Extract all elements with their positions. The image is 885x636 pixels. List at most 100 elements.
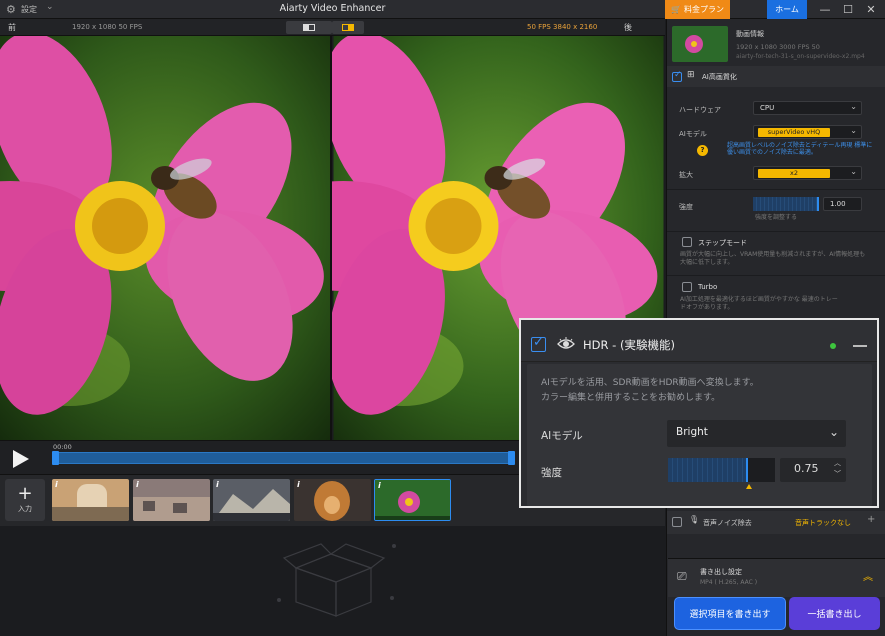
- plus-icon: +: [17, 483, 33, 504]
- hardware-select[interactable]: CPU ⌄: [753, 101, 862, 115]
- before-label: 前: [8, 23, 16, 32]
- hdr-slider-knob[interactable]: [746, 458, 748, 482]
- trim-end-handle[interactable]: [508, 451, 515, 465]
- info-badge: i: [55, 480, 58, 489]
- turbo-label: Turbo: [698, 283, 718, 291]
- status-dot: [830, 343, 836, 349]
- strength-label: 強度: [679, 203, 693, 211]
- export-settings-title: 書き出し設定: [700, 568, 742, 576]
- hdr-model-label: AIモデル: [541, 430, 583, 442]
- info-badge: i: [378, 481, 381, 490]
- add-input-label: 入力: [18, 505, 32, 513]
- step-mode-checkbox[interactable]: [682, 237, 692, 247]
- ai-chip-icon: ⊞: [687, 70, 695, 80]
- hardware-label: ハードウェア: [679, 106, 721, 114]
- home-button[interactable]: ホーム: [767, 0, 807, 19]
- drop-area[interactable]: [0, 526, 665, 636]
- hdr-model-value: Bright: [676, 426, 708, 438]
- export-selected-button[interactable]: 選択項目を書き出す: [674, 597, 786, 630]
- before-preview[interactable]: [0, 36, 330, 440]
- split-view-toggle[interactable]: [286, 21, 332, 34]
- upscale-value: x2: [758, 169, 830, 178]
- hdr-title: HDR - (実験機能): [583, 338, 675, 352]
- chevron-down-icon: ⌄: [850, 102, 857, 111]
- source-thumbnail[interactable]: [672, 26, 728, 62]
- step-mode-label: ステップモード: [698, 239, 747, 247]
- chevron-down-icon: ⌄: [850, 167, 857, 176]
- media-thumbnail[interactable]: i: [133, 479, 210, 521]
- side-by-side-toggle[interactable]: [332, 21, 364, 34]
- upscale-label: 拡大: [679, 171, 693, 179]
- ai-model-label: AIモデル: [679, 130, 707, 138]
- after-label: 後: [624, 23, 632, 32]
- media-thumbnail[interactable]: i: [213, 479, 290, 521]
- slider-knob[interactable]: [817, 197, 819, 211]
- hdr-slider-fill: [668, 458, 748, 482]
- step-mode-desc: 画質が大幅に向上し、VRAM使用量も削減されますが、AI情報処理も大幅に低下しま…: [680, 251, 866, 266]
- microphone-icon: 🎙: [689, 515, 700, 524]
- strength-hint: 強度を調整する: [755, 214, 798, 221]
- stepper-icon[interactable]: ︿ ﹀: [834, 458, 841, 480]
- add-input-button[interactable]: + 入力: [5, 479, 45, 521]
- turbo-desc: AI加工処理を最適化するほど画質がやすかな 最速のトレードオフがあります。: [680, 296, 838, 311]
- ai-model-value: superVideo vHQ: [758, 128, 830, 137]
- hdr-strength-label: 強度: [541, 467, 562, 479]
- source-file: aiarty-for-tech-31-s_on-supervideo-x2.mp…: [736, 53, 865, 60]
- minimize-icon[interactable]: —: [815, 1, 835, 18]
- trim-start-handle[interactable]: [52, 451, 59, 465]
- ai-enhance-checkbox[interactable]: [672, 70, 682, 82]
- chevron-down-icon: ⌄: [828, 425, 839, 439]
- hdr-desc-line2: カラー編集と併用することをお勧めします。: [541, 393, 721, 403]
- hdr-model-select[interactable]: Bright ⌄: [667, 420, 846, 447]
- ai-enhance-title: AI高画質化: [702, 73, 737, 81]
- hdr-strength-value: 0.75: [794, 462, 819, 475]
- preview-header: 前 1920 x 1080 50 FPS 50 FPS 3840 x 2160 …: [0, 19, 665, 36]
- help-icon[interactable]: ?: [697, 145, 708, 156]
- chevron-up-icon[interactable]: ︽: [863, 568, 873, 583]
- cart-icon: 🛒: [671, 5, 681, 14]
- hdr-description: AIモデルを活用、SDR動画をHDR動画へ変換します。 カラー編集と併用すること…: [541, 376, 759, 406]
- audio-denoise-label: 音声ノイズ除去: [703, 519, 752, 527]
- ai-model-hint: 超高画質レベルのノイズ除去とディテール再現 標準に優い画質でのノイズ除去に最適。: [727, 142, 873, 156]
- audio-denoise-row: 🎙 音声ノイズ除去 音声トラックなし +: [667, 511, 885, 534]
- close-icon[interactable]: ✕: [861, 1, 881, 18]
- export-settings[interactable]: ⎚ 書き出し設定 MP4 ( H.265, AAC ) ︽: [668, 558, 885, 597]
- output-resolution: 50 FPS 3840 x 2160: [527, 23, 598, 31]
- hdr-panel: HDR - (実験機能) AIモデルを活用、SDR動画をHDR動画へ変換します。…: [519, 318, 879, 508]
- hdr-strength-input[interactable]: 0.75 ︿ ﹀: [780, 458, 846, 482]
- hdr-strength-slider[interactable]: [668, 458, 775, 482]
- hdr-header: HDR - (実験機能): [521, 320, 877, 362]
- audio-track-status: 音声トラックなし: [795, 519, 851, 527]
- export-format: MP4 ( H.265, AAC ): [700, 579, 758, 586]
- audio-denoise-checkbox[interactable]: [672, 517, 682, 527]
- export-all-button[interactable]: 一括書き出し: [789, 597, 880, 630]
- source-resolution: 1920 x 1080 50 FPS: [72, 23, 143, 31]
- ai-enhance-header[interactable]: ⊞ AI高画質化: [667, 66, 885, 87]
- hdr-body: AIモデルを活用、SDR動画をHDR動画へ変換します。 カラー編集と併用すること…: [527, 364, 872, 506]
- strength-input[interactable]: 1.00: [823, 197, 862, 211]
- media-thumbnail[interactable]: i: [294, 479, 371, 521]
- turbo-checkbox[interactable]: [682, 282, 692, 292]
- empty-box-icon: [277, 543, 396, 617]
- source-info: 1920 x 1080 3000 FPS 50: [736, 43, 820, 51]
- collapse-icon[interactable]: [853, 345, 867, 347]
- upscale-select[interactable]: x2 ⌄: [753, 166, 862, 180]
- maximize-icon[interactable]: ☐: [838, 1, 858, 18]
- plus-icon[interactable]: +: [867, 514, 875, 525]
- timeline-track[interactable]: [52, 452, 514, 464]
- play-icon[interactable]: [8, 447, 32, 471]
- export-settings-icon: ⎚: [677, 569, 687, 583]
- default-marker: [746, 484, 752, 489]
- info-badge: i: [297, 480, 300, 489]
- pricing-plan-label: 料金プラン: [683, 5, 724, 14]
- ai-model-select[interactable]: superVideo vHQ ⌄: [753, 125, 862, 139]
- strength-value: 1.00: [830, 200, 846, 208]
- hdr-checkbox[interactable]: [531, 335, 546, 352]
- media-thumbnail[interactable]: i: [52, 479, 129, 521]
- info-badge: i: [136, 480, 139, 489]
- pricing-plan-button[interactable]: 🛒 料金プラン: [665, 0, 730, 19]
- strength-slider[interactable]: [753, 197, 819, 211]
- hardware-value: CPU: [760, 104, 775, 112]
- timecode: 00:00: [53, 443, 72, 451]
- media-thumbnail-selected[interactable]: i: [374, 479, 451, 521]
